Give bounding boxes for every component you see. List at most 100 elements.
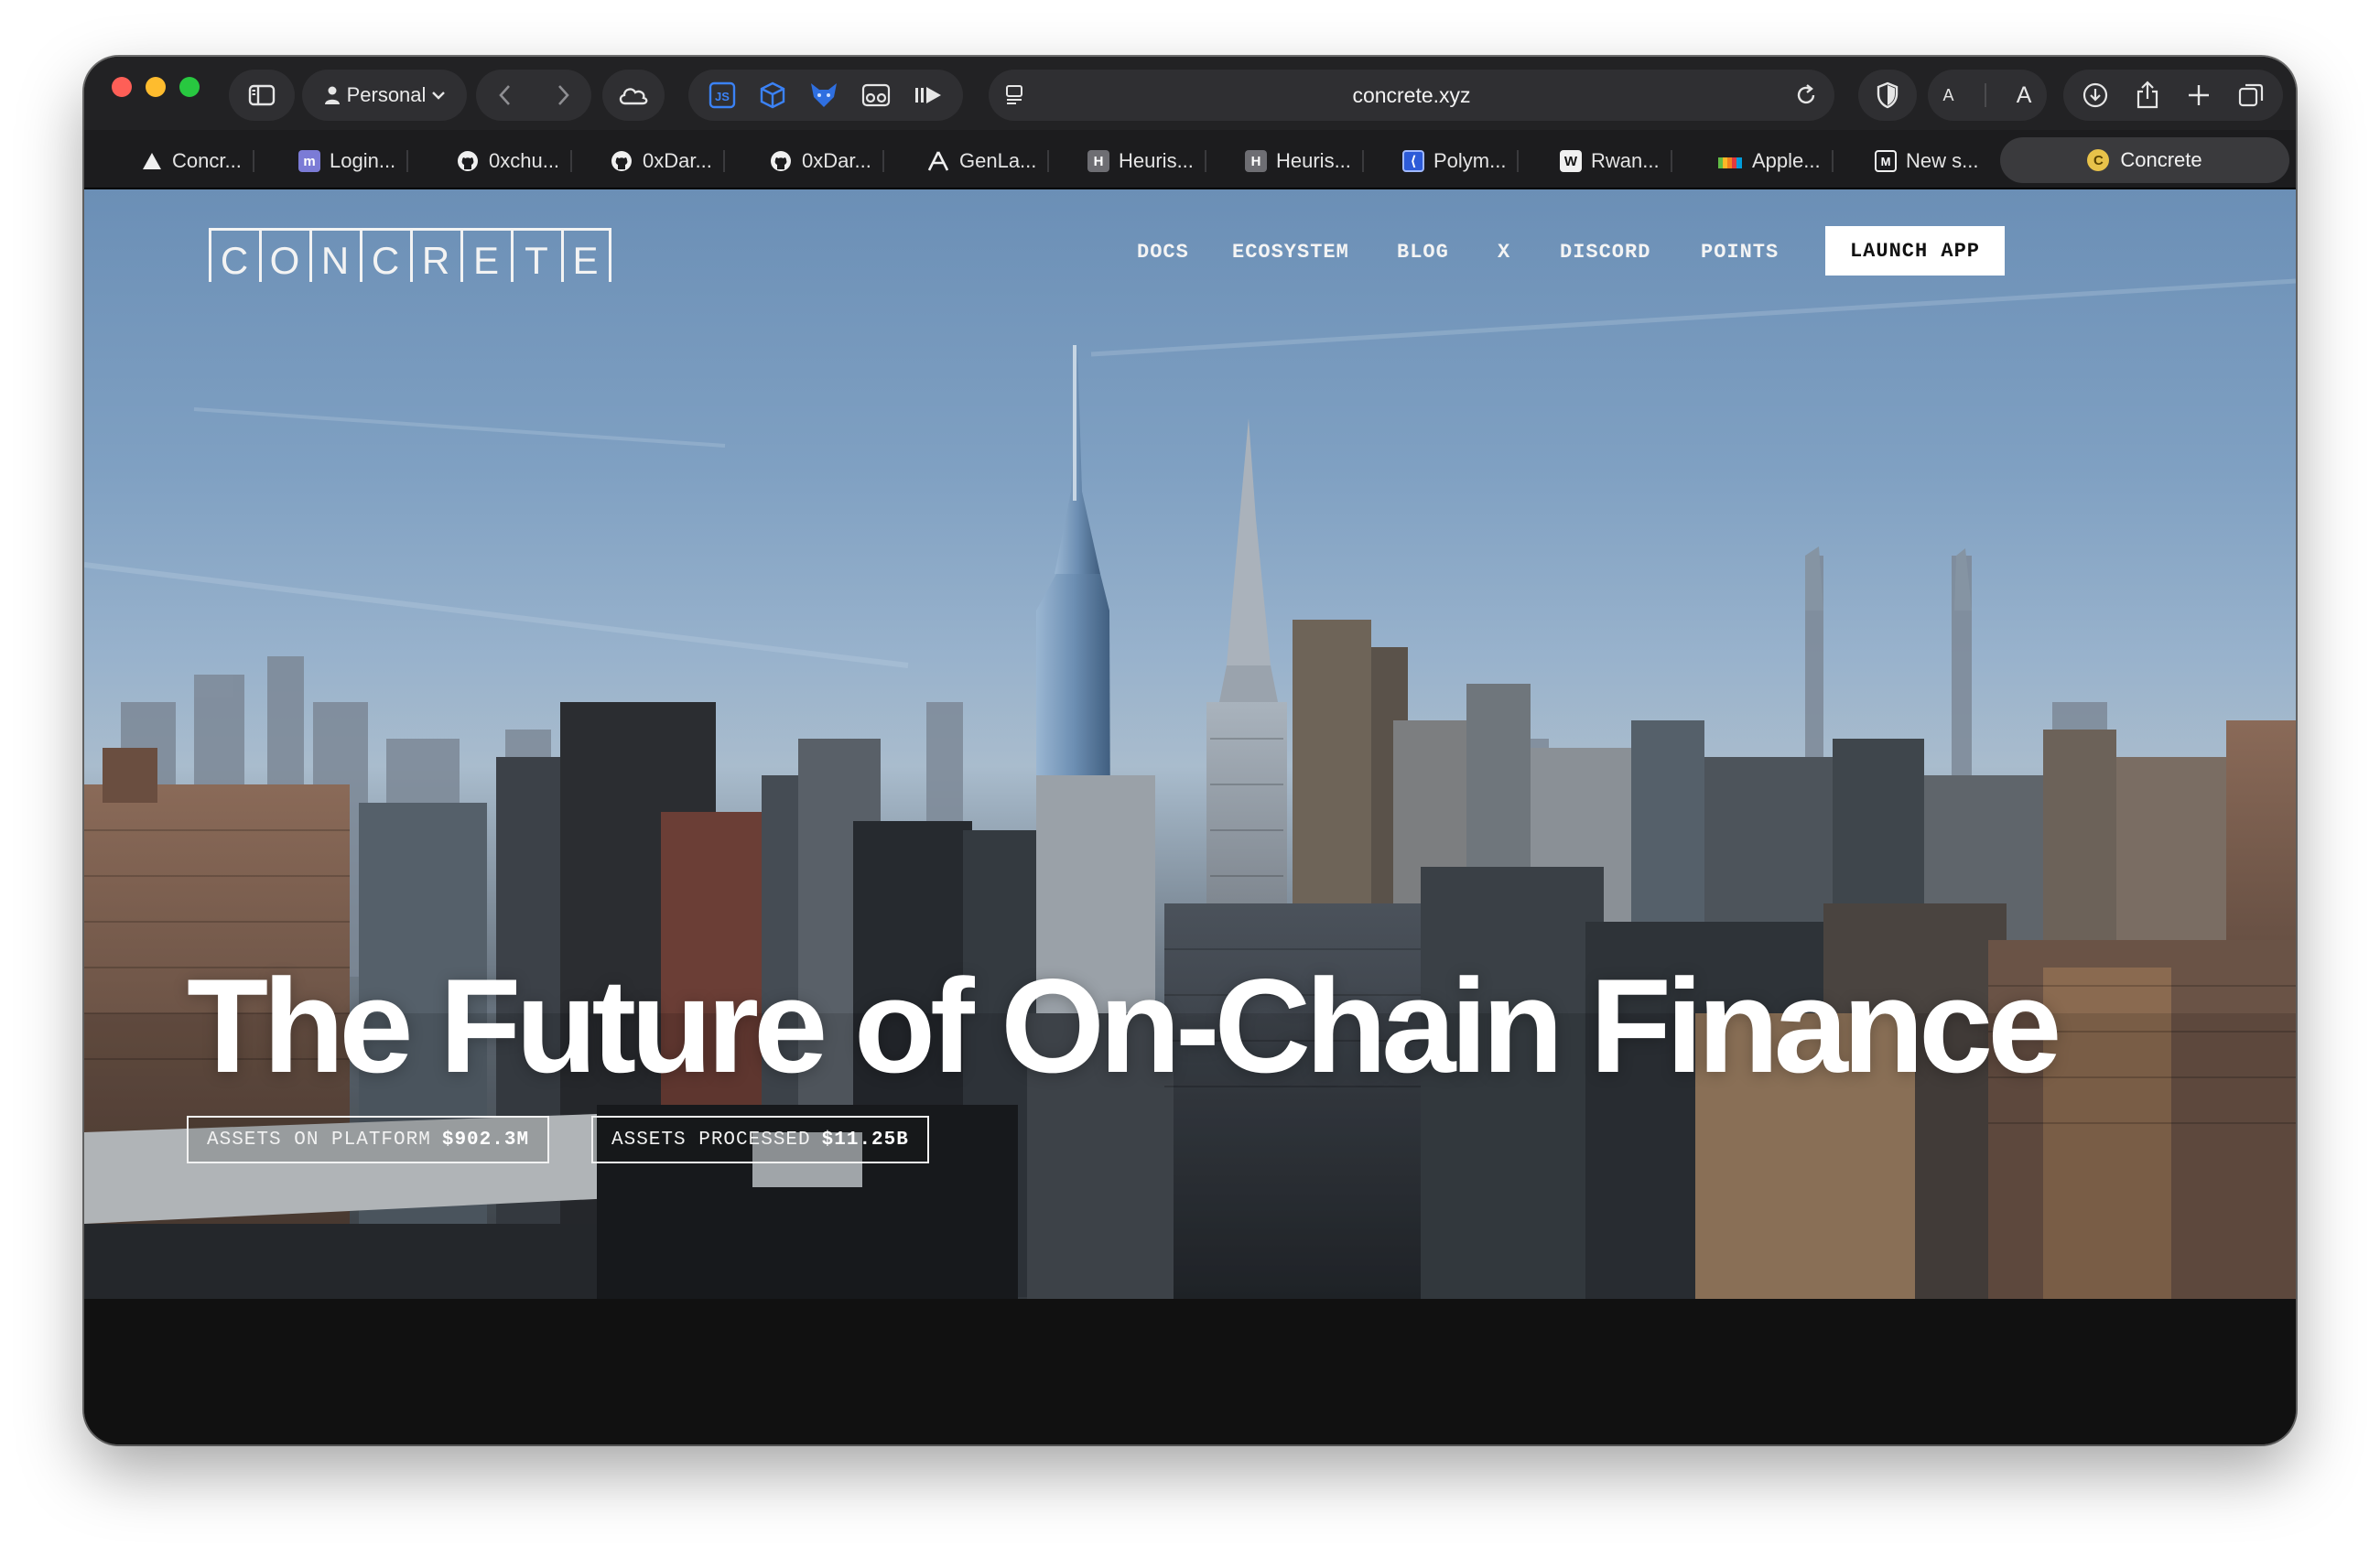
triangle-icon xyxy=(143,153,161,169)
cloud-icon xyxy=(619,88,648,105)
forward-icon[interactable] xyxy=(555,83,571,107)
github-icon xyxy=(458,151,478,171)
zoom-window-button[interactable] xyxy=(179,77,200,97)
h-badge-icon: H xyxy=(1087,150,1109,172)
profile-button[interactable]: Personal xyxy=(302,70,467,121)
tab-title: Login... xyxy=(330,149,396,172)
tab-title: 0xDar... xyxy=(643,149,712,172)
tab-9[interactable]: W Rwan... xyxy=(1554,139,1672,183)
tab-bar: Concr... m Login... 0xchu... 0xDar... 0x… xyxy=(84,130,2296,189)
launch-app-button[interactable]: LAUNCH APP xyxy=(1825,226,2005,276)
page-menu-icon[interactable] xyxy=(1005,83,1025,107)
logo-letter: E xyxy=(460,231,511,282)
fox-extension-icon[interactable] xyxy=(808,81,839,110)
stat-label: ASSETS PROCESSED xyxy=(611,1129,811,1151)
tab-title: Rwan... xyxy=(1591,149,1660,172)
tab-title: 0xDar... xyxy=(802,149,871,172)
tab-title: Heuris... xyxy=(1119,149,1194,172)
tab-title: New s... xyxy=(1906,149,1979,172)
tab-0[interactable]: Concr... xyxy=(135,139,254,183)
tab-title: Apple... xyxy=(1752,149,1821,172)
hero-section: C O N C R E T E DOCS ECOSYSTEM BLOG X DI… xyxy=(84,189,2296,1299)
genlayer-icon xyxy=(927,151,949,171)
tab-4[interactable]: 0xDar... xyxy=(763,139,884,183)
stat-assets-processed: ASSETS PROCESSED $11.25B xyxy=(591,1116,929,1163)
github-icon xyxy=(611,151,632,171)
reader-glasses-icon[interactable] xyxy=(860,81,892,109)
tab-11[interactable]: M New s... xyxy=(1869,139,1978,183)
nav-discord[interactable]: DISCORD xyxy=(1560,241,1650,264)
nav-ecosystem[interactable]: ECOSYSTEM xyxy=(1232,241,1349,264)
address-text: concrete.xyz xyxy=(1352,82,1471,107)
shield-icon xyxy=(1877,81,1899,109)
nav-docs[interactable]: DOCS xyxy=(1137,241,1189,264)
tab-title: GenLa... xyxy=(959,149,1037,172)
stat-assets-on-platform: ASSETS ON PLATFORM $902.3M xyxy=(187,1116,550,1163)
close-window-button[interactable] xyxy=(112,77,132,97)
web-content: C O N C R E T E DOCS ECOSYSTEM BLOG X DI… xyxy=(84,189,2296,1444)
m-badge-icon: m xyxy=(298,150,320,172)
logo-letter: O xyxy=(259,231,309,282)
concrete-logo[interactable]: C O N C R E T E xyxy=(209,228,611,282)
icloud-tabs-button[interactable] xyxy=(602,70,665,121)
m-outline-icon: M xyxy=(1875,150,1897,172)
nav-blog[interactable]: BLOG xyxy=(1397,241,1449,264)
logo-letter: N xyxy=(309,231,360,282)
sidebar-icon xyxy=(248,84,276,106)
browser-window: Personal JS concrete.xyz A A Concr... m … xyxy=(84,57,2296,1444)
minimize-window-button[interactable] xyxy=(146,77,166,97)
stat-label: ASSETS ON PLATFORM xyxy=(207,1129,431,1151)
tab-5[interactable]: GenLa... xyxy=(921,139,1050,183)
w-badge-icon: W xyxy=(1560,150,1582,172)
larger-text-icon[interactable]: A xyxy=(2017,82,2032,109)
new-tab-icon[interactable] xyxy=(2186,82,2212,108)
logo-letter: E xyxy=(561,231,611,282)
reload-icon[interactable] xyxy=(1794,83,1818,107)
tab-title: Polym... xyxy=(1433,149,1507,172)
tab-overview-icon[interactable] xyxy=(2237,81,2265,109)
tab-title: Concr... xyxy=(172,149,242,172)
tab-active[interactable]: C Concrete xyxy=(2000,137,2289,183)
profile-label: Personal xyxy=(346,83,427,106)
back-icon[interactable] xyxy=(497,83,514,107)
hero-headline: The Future of On-Chain Finance xyxy=(187,951,2061,1100)
tab-1[interactable]: m Login... xyxy=(293,139,409,183)
tab-7[interactable]: H Heuris... xyxy=(1239,139,1364,183)
nav-points[interactable]: POINTS xyxy=(1701,241,1779,264)
toolbar-actions xyxy=(2063,70,2283,121)
tab-10[interactable]: Apple... xyxy=(1712,139,1834,183)
logo-letter: R xyxy=(410,231,460,282)
nav-x[interactable]: X xyxy=(1498,241,1510,264)
window-controls xyxy=(112,77,200,97)
share-icon[interactable] xyxy=(2135,81,2160,110)
download-icon[interactable] xyxy=(2082,81,2109,109)
polymarket-icon: ⟨ xyxy=(1402,150,1424,172)
person-icon xyxy=(324,86,340,104)
chevron-down-icon xyxy=(432,92,446,100)
history-nav xyxy=(476,70,591,121)
js-extension-icon[interactable]: JS xyxy=(708,81,737,110)
tab-6[interactable]: H Heuris... xyxy=(1082,139,1206,183)
tab-2[interactable]: 0xchu... xyxy=(450,139,573,183)
tab-title: Concrete xyxy=(2120,148,2202,171)
tab-3[interactable]: 0xDar... xyxy=(604,139,725,183)
smaller-text-icon[interactable]: A xyxy=(1943,86,1954,105)
stat-value: $902.3M xyxy=(441,1129,530,1151)
tab-title: 0xchu... xyxy=(489,149,560,172)
c-coin-icon: C xyxy=(2087,149,2110,171)
text-size-controls: A A xyxy=(1928,70,2047,121)
tab-8[interactable]: ⟨ Polym... xyxy=(1397,139,1520,183)
sidebar-toggle-button[interactable] xyxy=(229,70,295,121)
logo-letter: T xyxy=(511,231,561,282)
extensions-bar: JS xyxy=(688,70,963,121)
browser-toolbar: Personal JS concrete.xyz A A xyxy=(84,57,2296,130)
cube-extension-icon[interactable] xyxy=(758,81,787,110)
stat-value: $11.25B xyxy=(821,1129,909,1151)
logo-letter: C xyxy=(360,231,410,282)
github-icon xyxy=(771,151,791,171)
address-bar[interactable]: concrete.xyz xyxy=(989,70,1834,121)
logo-letter: C xyxy=(209,231,259,282)
privacy-shield-button[interactable] xyxy=(1858,70,1917,121)
media-skip-icon[interactable] xyxy=(913,83,944,107)
svg-text:JS: JS xyxy=(715,90,730,103)
